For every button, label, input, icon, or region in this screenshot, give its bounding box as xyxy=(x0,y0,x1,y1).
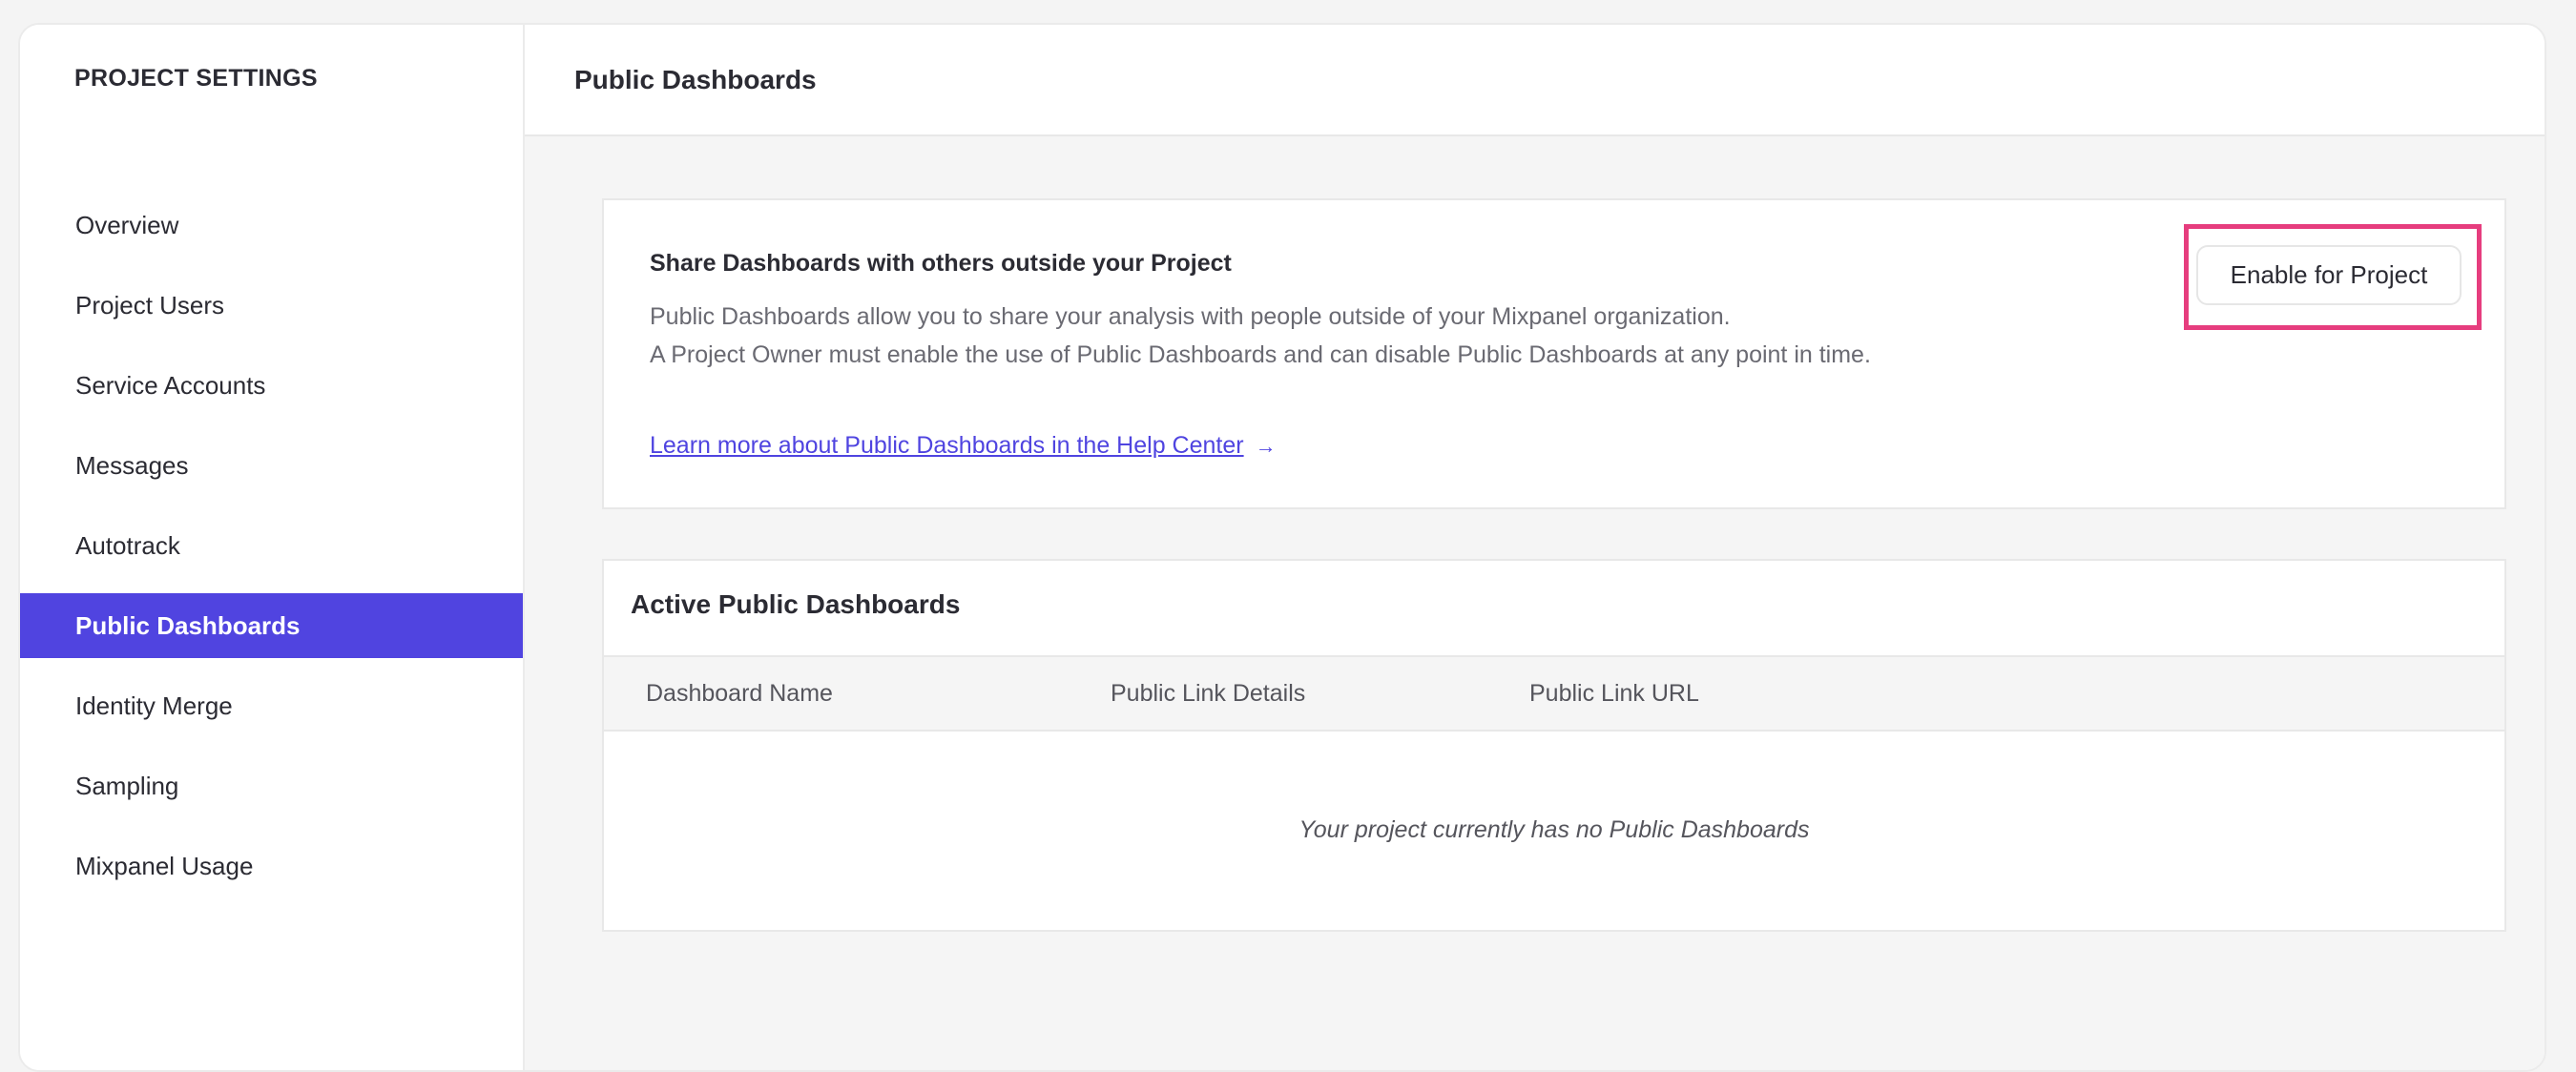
active-dashboards-card: Active Public Dashboards Dashboard Name … xyxy=(602,559,2506,932)
share-card-description: Public Dashboards allow you to share you… xyxy=(650,298,1890,374)
sidebar-item-overview[interactable]: Overview xyxy=(20,185,523,265)
column-public-link-details: Public Link Details xyxy=(1111,680,1306,707)
empty-state-message: Your project currently has no Public Das… xyxy=(1298,816,1810,843)
share-card-title: Share Dashboards with others outside you… xyxy=(650,250,1232,277)
table-header: Dashboard Name Public Link Details Publi… xyxy=(604,655,2504,732)
sidebar-title: PROJECT SETTINGS xyxy=(74,65,318,92)
help-center-link[interactable]: Learn more about Public Dashboards in th… xyxy=(650,432,1277,460)
active-card-title: Active Public Dashboards xyxy=(631,589,961,619)
sidebar-item-identity-merge[interactable]: Identity Merge xyxy=(20,666,523,746)
sidebar-item-mixpanel-usage[interactable]: Mixpanel Usage xyxy=(20,826,523,906)
sidebar-item-public-dashboards[interactable]: Public Dashboards xyxy=(20,593,523,658)
main-content: Public Dashboards Share Dashboards with … xyxy=(525,25,2545,1070)
description-line-1: Public Dashboards allow you to share you… xyxy=(650,303,1731,330)
column-dashboard-name: Dashboard Name xyxy=(646,680,833,707)
sidebar-nav: Overview Project Users Service Accounts … xyxy=(20,185,523,906)
help-center-link-text[interactable]: Learn more about Public Dashboards in th… xyxy=(650,432,1244,459)
sidebar-item-service-accounts[interactable]: Service Accounts xyxy=(20,345,523,425)
page-title: Public Dashboards xyxy=(525,25,2545,136)
sidebar-item-messages[interactable]: Messages xyxy=(20,425,523,505)
description-line-2: A Project Owner must enable the use of P… xyxy=(650,341,1871,368)
column-public-link-url: Public Link URL xyxy=(1529,680,1699,707)
sidebar-item-autotrack[interactable]: Autotrack xyxy=(20,505,523,586)
sidebar-item-sampling[interactable]: Sampling xyxy=(20,746,523,826)
settings-window: PROJECT SETTINGS Overview Project Users … xyxy=(18,23,2546,1072)
sidebar-item-project-users[interactable]: Project Users xyxy=(20,265,523,345)
enable-for-project-button[interactable]: Enable for Project xyxy=(2196,245,2462,305)
sidebar: PROJECT SETTINGS Overview Project Users … xyxy=(20,25,525,1070)
share-dashboards-card: Share Dashboards with others outside you… xyxy=(602,198,2506,509)
arrow-right-icon: → xyxy=(1255,434,1277,458)
